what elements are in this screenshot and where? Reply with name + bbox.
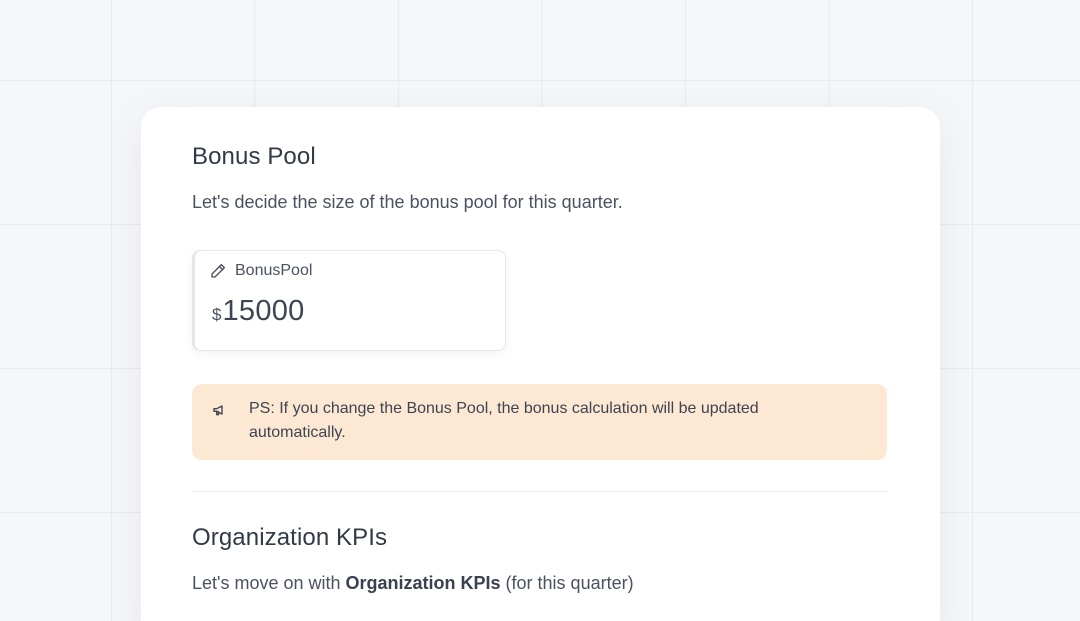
- bonus-pool-description: Let's decide the size of the bonus pool …: [192, 192, 623, 212]
- bonus-pool-value[interactable]: 15000: [222, 295, 304, 328]
- bonus-pool-value-row[interactable]: $ 15000: [212, 295, 305, 328]
- kpi-description-bold: Organization KPIs: [345, 573, 501, 593]
- bonus-pool-input[interactable]: BonusPool $ 15000: [192, 250, 506, 351]
- organization-kpis-title: Organization KPIs: [192, 524, 388, 551]
- main-card: Bonus Pool Let's decide the size of the …: [141, 107, 940, 621]
- kpi-description-prefix: Let's move on with: [192, 573, 346, 593]
- organization-kpis-description: Let's move on with Organization KPIs (fo…: [192, 573, 634, 594]
- pencil-icon: [209, 262, 227, 280]
- info-notice: PS: If you change the Bonus Pool, the bo…: [192, 384, 887, 460]
- bonus-pool-input-header: BonusPool: [209, 262, 312, 280]
- bonus-pool-title: Bonus Pool: [192, 143, 316, 170]
- notice-text: PS: If you change the Bonus Pool, the bo…: [249, 400, 759, 441]
- kpi-description-suffix: (for this quarter): [500, 573, 634, 593]
- section-divider: [192, 491, 887, 492]
- bonus-pool-input-label: BonusPool: [235, 262, 313, 279]
- currency-symbol: $: [212, 305, 222, 324]
- megaphone-icon: [212, 402, 228, 418]
